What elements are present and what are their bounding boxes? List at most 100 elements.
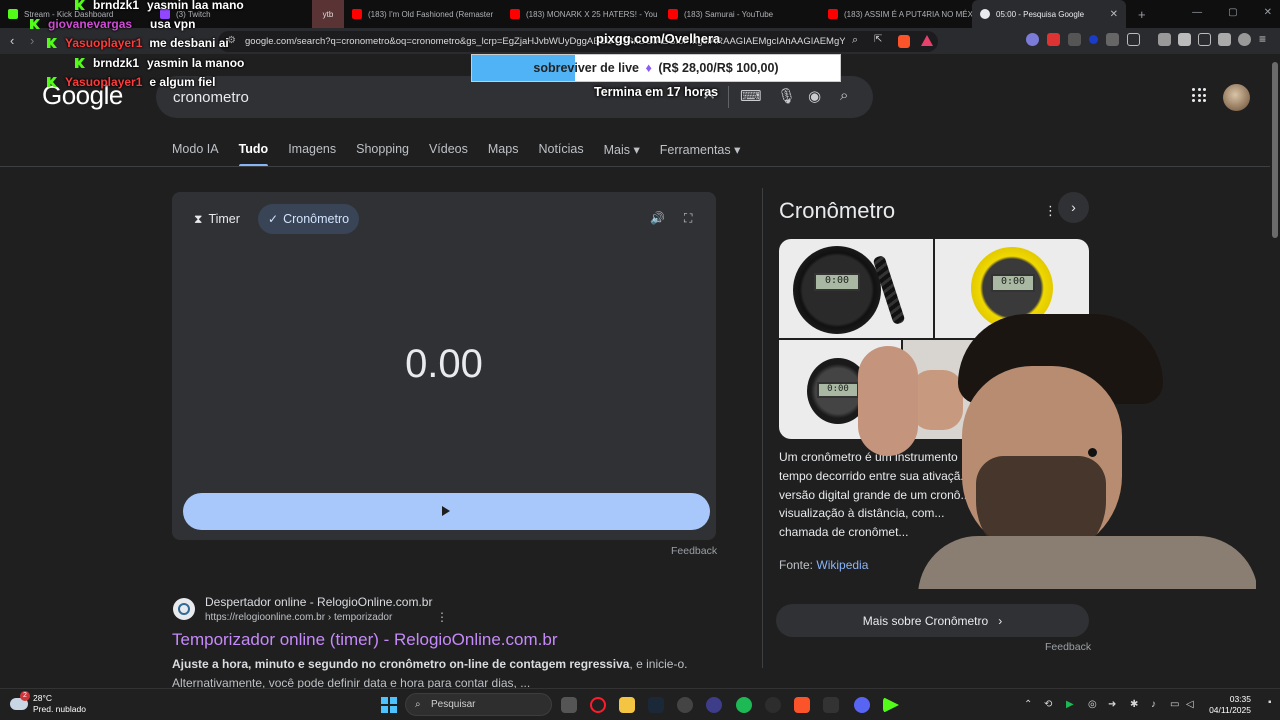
tab-youtube-old-fashioned[interactable]: (183) I'm Old Fashioned (Remaster <box>344 0 502 28</box>
app-icon[interactable] <box>706 697 722 713</box>
spotify-icon[interactable] <box>736 697 752 713</box>
minimize-icon[interactable]: — <box>1192 7 1202 18</box>
lens-icon[interactable]: ◉ <box>808 87 821 105</box>
close-window-icon[interactable]: ✕ <box>1264 7 1272 18</box>
extension-icon[interactable] <box>1089 35 1098 44</box>
extension-icon[interactable] <box>1026 33 1039 46</box>
taskbar-search-label: Pesquisar <box>431 699 476 710</box>
tray-icon[interactable]: ◎ <box>1088 699 1097 710</box>
search-icon: ⌕ <box>415 699 421 710</box>
weather-widget[interactable]: 2 28°C Pred. nublado <box>10 691 86 715</box>
tab-google-search[interactable]: 05:00 - Pesquisa Google ✕ <box>972 0 1126 28</box>
stopwatch-screen: 0:00 <box>814 273 860 291</box>
taskbar-search[interactable]: ⌕ Pesquisar <box>405 693 552 716</box>
result-title-link[interactable]: Temporizador online (timer) - RelogioOnl… <box>172 630 557 650</box>
system-clock[interactable]: 03:35 04/11/2025 <box>1205 694 1251 716</box>
wallet-icon[interactable] <box>1198 33 1211 46</box>
new-tab-icon[interactable]: + <box>1138 7 1146 22</box>
timer-tab[interactable]: ⧗ Timer <box>184 204 250 234</box>
weather-temp: 28°C <box>33 693 52 703</box>
windows-start-icon[interactable] <box>381 697 397 713</box>
menu-icon[interactable]: ≡ <box>1259 32 1272 46</box>
opera-icon[interactable] <box>590 697 606 713</box>
network-icon[interactable]: ▭ <box>1170 699 1179 710</box>
tab-mais[interactable]: Mais ▾ <box>604 142 640 167</box>
chat-text: e algum fiel <box>149 75 216 89</box>
maximize-icon[interactable]: ▢ <box>1228 7 1237 18</box>
avatar[interactable] <box>1223 84 1250 111</box>
tab-label: (183) Samurai - YouTube <box>684 9 774 19</box>
close-tab-icon[interactable]: ✕ <box>1110 9 1118 20</box>
microphone-icon[interactable]: 🎙 <box>777 87 796 105</box>
tab-noticias[interactable]: Notícias <box>538 142 583 167</box>
tab-tudo[interactable]: Tudo <box>238 142 268 167</box>
extension-icon[interactable] <box>1068 33 1081 46</box>
result-site-name[interactable]: Despertador online - RelogioOnline.com.b… <box>205 595 432 609</box>
forward-icon[interactable]: › <box>30 33 34 48</box>
app-icon[interactable] <box>765 697 781 713</box>
tab-ferramentas[interactable]: Ferramentas ▾ <box>660 142 741 167</box>
tab-youtube-samurai[interactable]: (183) Samurai - YouTube <box>660 0 820 28</box>
result-url[interactable]: https://relogioonline.com.br › temporiza… <box>205 612 392 623</box>
tab-videos[interactable]: Vídeos <box>429 142 468 167</box>
tab-youtube-monark[interactable]: (183) MONARK X 25 HATERS! - You <box>502 0 660 28</box>
tray-icon[interactable]: ➜ <box>1108 699 1116 710</box>
goal-amount: (R$ 28,00/R$ 100,00) <box>658 61 779 75</box>
sidebar-icon[interactable] <box>1127 33 1140 46</box>
kick-icon[interactable] <box>883 697 899 713</box>
panel-menu-icon[interactable]: ⋮ <box>1044 203 1057 219</box>
sound-icon[interactable]: 🔊 <box>650 211 665 225</box>
tab-imagens[interactable]: Imagens <box>288 142 336 167</box>
clock-date: 04/11/2025 <box>1209 705 1251 715</box>
tab-modo-ia[interactable]: Modo IA <box>172 142 219 167</box>
apps-icon[interactable] <box>1192 88 1206 102</box>
search-icon[interactable]: ⌕ <box>840 87 848 104</box>
brave-shield-icon[interactable] <box>898 35 910 48</box>
start-button[interactable] <box>183 493 710 530</box>
search-input[interactable]: cronometro <box>173 89 249 106</box>
puzzle-icon[interactable] <box>1106 33 1119 46</box>
stopwatch-tab[interactable]: ✓ Cronômetro <box>258 204 360 234</box>
notifications-icon[interactable]: ▪ <box>1268 697 1272 708</box>
task-view-icon[interactable] <box>561 697 577 713</box>
back-icon[interactable]: ‹ <box>10 33 14 48</box>
vpn-icon[interactable] <box>1238 33 1251 46</box>
more-about-button[interactable]: Mais sobre Cronômetro › <box>776 604 1089 637</box>
reading-icon[interactable] <box>1178 33 1191 46</box>
tray-chevron-icon[interactable]: ⌃ <box>1024 699 1032 710</box>
microphone-icon[interactable]: ♪ <box>1151 699 1156 710</box>
tab-group-ytb[interactable]: ytb <box>312 0 344 28</box>
clock-time: 03:35 <box>1229 694 1251 704</box>
search-box[interactable]: cronometro ✕ ⌨ 🎙 ◉ ⌕ <box>156 76 873 118</box>
panel-next-icon[interactable]: › <box>1058 192 1089 223</box>
tab-maps[interactable]: Maps <box>488 142 519 167</box>
tab-youtube-mexico[interactable]: (183) ASSIM É A PUT4RIA NO MÉXI <box>820 0 972 28</box>
share-icon[interactable]: ⇱ <box>874 34 882 45</box>
more-options-icon[interactable]: ⋮ <box>436 610 448 624</box>
address-bar[interactable]: ⚙ google.com/search?q=cronometro&oq=cron… <box>218 31 938 52</box>
page-scrollbar[interactable] <box>1270 54 1280 688</box>
brave-icon[interactable] <box>794 697 810 713</box>
ai-icon[interactable] <box>1218 33 1231 46</box>
stopwatch-feedback-link[interactable]: Feedback <box>671 545 717 557</box>
keyboard-icon[interactable]: ⌨ <box>740 87 762 105</box>
rewards-icon[interactable] <box>921 35 933 46</box>
music-icon[interactable] <box>1158 33 1171 46</box>
scrollbar-thumb[interactable] <box>1272 62 1278 238</box>
tray-icon[interactable]: ▶ <box>1066 699 1074 710</box>
knowledge-panel-title: Cronômetro <box>779 198 896 223</box>
panel-feedback-link[interactable]: Feedback <box>1045 641 1091 653</box>
app-icon[interactable] <box>823 697 839 713</box>
zoom-icon[interactable]: ⌕ <box>852 34 858 47</box>
steam-icon[interactable] <box>648 697 664 713</box>
fullscreen-icon[interactable]: ⛶ <box>684 211 692 226</box>
tab-shopping[interactable]: Shopping <box>356 142 409 167</box>
volume-icon[interactable]: ◁ <box>1186 699 1194 710</box>
bluetooth-icon[interactable]: ✱ <box>1130 699 1138 710</box>
app-icon[interactable] <box>677 697 693 713</box>
extension-icon[interactable] <box>1047 33 1060 46</box>
discord-icon[interactable] <box>854 697 870 713</box>
chat-message: Yasuoplayer1 e algum fiel <box>47 75 215 89</box>
file-explorer-icon[interactable] <box>619 697 635 713</box>
tray-icon[interactable]: ⟲ <box>1044 699 1052 710</box>
